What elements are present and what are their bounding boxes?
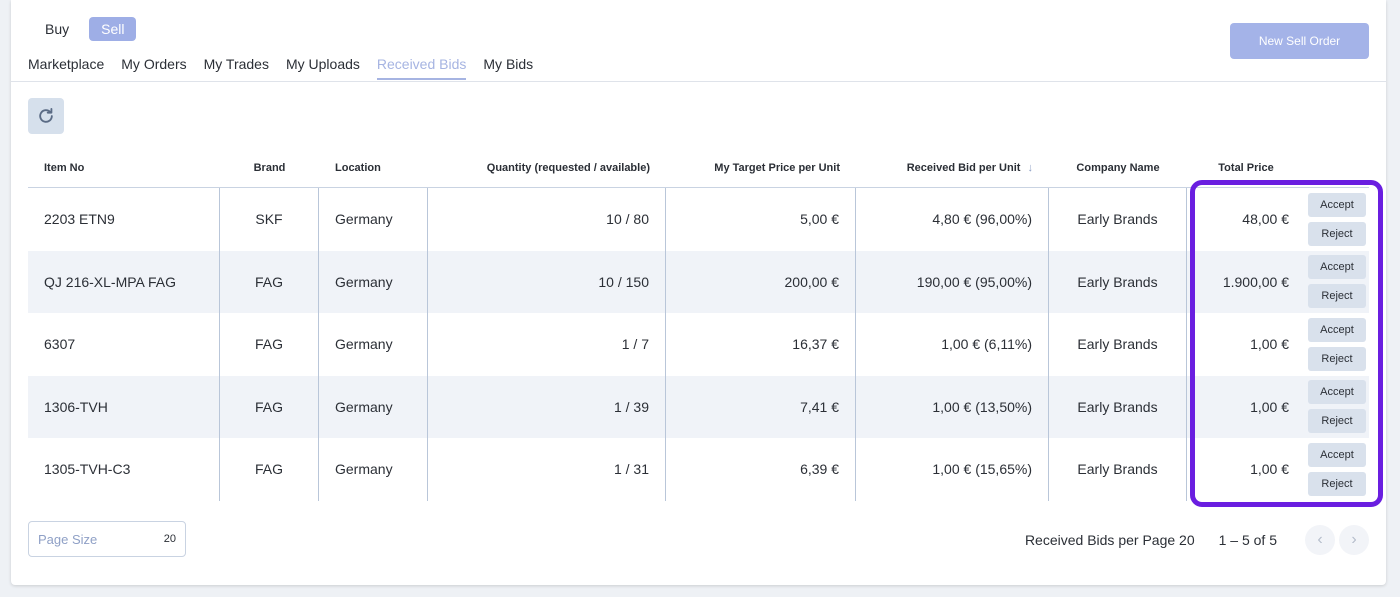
cell-target-price: 16,37 € [666,313,856,376]
cell-location: Germany [319,438,428,501]
cell-company: Early Brands [1049,438,1187,501]
cell-brand: FAG [220,438,319,501]
page-range: 1 – 5 of 5 [1218,532,1277,548]
cell-brand: FAG [220,375,319,438]
new-sell-order-button[interactable]: New Sell Order [1230,23,1369,59]
cell-quantity: 10 / 80 [428,188,666,251]
accept-button[interactable]: Accept [1308,380,1366,405]
cell-target-price: 200,00 € [666,250,856,313]
per-page-text: Received Bids per Page 20 [1024,532,1195,548]
cell-brand: FAG [220,250,319,313]
cell-actions: Accept Reject [1305,251,1369,314]
table-row: 1306-TVH FAG Germany 1 / 39 7,41 €1,00 € (13… [28,375,1369,439]
buy-button[interactable]: Buy [33,17,81,41]
reject-button[interactable]: Reject [1308,221,1366,246]
accept-button[interactable]: Accept [1308,255,1366,280]
cell-company: Early Brands [1049,188,1187,251]
tab-my-bids[interactable]: My Bids [483,50,533,80]
cell-actions: Accept Reject [1305,376,1369,439]
page-size-field[interactable]: Page Size 20 [28,521,186,557]
reject-button[interactable]: Reject [1308,471,1366,496]
tab-marketplace[interactable]: Marketplace [28,50,104,80]
cell-brand: FAG [220,313,319,376]
cell-item-no: 1306-TVH [28,375,220,438]
cell-received-bid: 1,00 € (15,65%) [856,438,1049,501]
main-card: Buy Sell Marketplace My Orders My Trades… [11,0,1386,585]
tab-my-trades[interactable]: My Trades [204,50,269,80]
cell-company: Early Brands [1049,250,1187,313]
page-size-label: Page Size [38,531,98,547]
cell-quantity: 1 / 39 [428,375,666,438]
pagination: Received Bids per Page 20 1 – 5 of 5 ‹ › [1025,524,1369,556]
table-header: Item No Brand Location Quantity (request… [28,148,1369,188]
col-target-price[interactable]: My Target Price per Unit [666,162,856,174]
cell-total-price: 48,00 € [1242,211,1289,228]
cell-received-bid: 190,00 € (95,00%) [856,250,1049,313]
cell-target-price: 5,00 € [666,188,856,251]
cell-received-bid: 1,00 € (13,50%) [856,375,1049,438]
tab-my-uploads[interactable]: My Uploads [286,50,360,80]
cell-location: Germany [319,250,428,313]
refresh-button[interactable] [28,98,64,134]
cell-actions: Accept Reject [1305,313,1369,376]
table-body: 2203 ETN9 SKF Germany 10 / 80 5,00 €4,80 € (… [28,188,1369,501]
received-bids-table: Item No Brand Location Quantity (request… [28,148,1369,501]
chevron-left-icon: ‹ [1317,531,1323,548]
reject-button[interactable]: Reject [1308,346,1366,371]
refresh-icon [39,108,53,123]
cell-actions: Accept Reject [1305,188,1369,251]
chevron-right-icon: › [1351,531,1357,548]
col-brand[interactable]: Brand [220,162,319,174]
cell-total-price: 1,00 € [1250,398,1289,415]
cell-quantity: 1 / 7 [428,313,666,376]
cell-location: Germany [319,313,428,376]
cell-company: Early Brands [1049,313,1187,376]
cell-location: Germany [319,375,428,438]
next-page-button[interactable]: › [1339,525,1369,555]
col-received-bid-label: Received Bid per Unit [906,161,1021,174]
cell-item-no: 6307 [28,313,220,376]
cell-item-no: 1305-TVH-C3 [28,438,220,501]
cell-total-price: 1.900,00 € [1222,273,1289,290]
cell-received-bid: 4,80 € (96,00%) [856,188,1049,251]
buy-sell-toggle: Buy Sell [33,17,137,41]
accept-button[interactable]: Accept [1308,442,1366,467]
prev-page-button[interactable]: ‹ [1305,525,1335,555]
accept-button[interactable]: Accept [1308,192,1366,217]
col-location[interactable]: Location [319,162,428,174]
cell-actions: Accept Reject [1305,438,1369,501]
table-row: 2203 ETN9 SKF Germany 10 / 80 5,00 €4,80 € (… [28,188,1369,251]
col-quantity[interactable]: Quantity (requested / available) [428,162,666,174]
cell-target-price: 7,41 € [666,375,856,438]
cell-quantity: 10 / 150 [428,250,666,313]
cell-total-price: 1,00 € [1250,461,1289,478]
accept-button[interactable]: Accept [1308,317,1366,342]
cell-location: Germany [319,188,428,251]
cell-total-price: 1,00 € [1250,336,1289,353]
tab-my-orders[interactable]: My Orders [121,50,186,80]
col-company[interactable]: Company Name [1049,162,1187,174]
cell-item-no: 2203 ETN9 [28,188,220,251]
cell-company: Early Brands [1049,375,1187,438]
col-total-price[interactable]: Total Price [1187,162,1305,174]
cell-quantity: 1 / 31 [428,438,666,501]
tabs-divider [11,81,1386,82]
table-row: 6307 FAG Germany 1 / 7 16,37 €1,00 € (6,11%)… [28,313,1369,376]
tab-received-bids[interactable]: Received Bids [376,50,466,80]
tab-bar: Marketplace My Orders My Trades My Uploa… [28,50,550,80]
col-received-bid[interactable]: Received Bid per Unit ↓ [856,162,1049,174]
table-row: QJ 216-XL-MPA FAG FAG Germany 10 / 150 200,0… [28,250,1369,314]
cell-target-price: 6,39 € [666,438,856,501]
reject-button[interactable]: Reject [1308,284,1366,309]
cell-received-bid: 1,00 € (6,11%) [856,313,1049,376]
arrow-down-icon: ↓ [1027,161,1034,174]
cell-brand: SKF [220,188,319,251]
sell-button[interactable]: Sell [89,17,137,41]
cell-item-no: QJ 216-XL-MPA FAG [28,250,220,313]
col-item-no[interactable]: Item No [28,162,220,174]
page-size-value: 20 [163,533,176,545]
table-row: 1305-TVH-C3 FAG Germany 1 / 31 6,39 €1,00 € … [28,438,1369,501]
reject-button[interactable]: Reject [1308,409,1366,434]
